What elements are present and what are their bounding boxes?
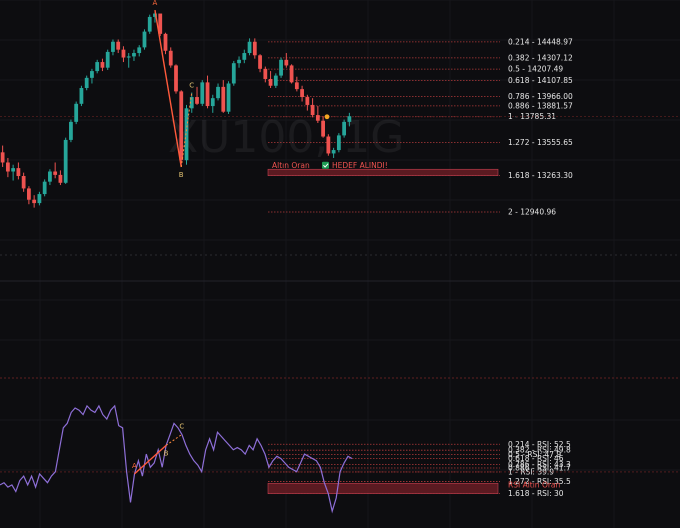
point-label: C <box>189 82 194 90</box>
candle-body <box>48 171 52 182</box>
candle-body <box>289 65 294 83</box>
rsi-point-label: A <box>132 462 137 470</box>
candle-body <box>294 82 299 90</box>
candle-body <box>95 62 100 72</box>
candle-body <box>268 78 273 86</box>
candle-body <box>132 53 136 57</box>
candle-body <box>326 136 331 154</box>
watermark: XU100, 1G <box>168 112 404 163</box>
candle-body <box>5 162 10 172</box>
candle-body <box>111 41 115 52</box>
fib-level-label: 0.618 - 14107.85 <box>508 76 573 85</box>
candle-body <box>126 56 131 58</box>
point-label: B <box>179 171 184 179</box>
candle-body <box>163 33 168 51</box>
candle-body <box>331 150 336 154</box>
candle-body <box>121 49 126 58</box>
candle-body <box>279 59 283 76</box>
point-label: A <box>152 0 157 7</box>
candle-body <box>90 71 94 78</box>
fib-level-label: 0.382 - 14307.12 <box>508 53 573 62</box>
candle-body <box>321 120 325 137</box>
candle-body <box>42 181 47 195</box>
candle-body <box>74 103 79 122</box>
candle-body <box>147 16 152 32</box>
fib-level-label: 0.886 - 13881.57 <box>508 101 573 110</box>
candle-body <box>142 31 147 48</box>
candle-body <box>247 41 252 54</box>
candle-body <box>168 50 173 66</box>
chart-background <box>0 0 680 528</box>
chart: XU100, 1G 0.214 - 14448.97 0.382 - 14307.… <box>0 0 680 528</box>
candle-body <box>184 108 189 161</box>
fib-level-label: 0.5 - 14207.49 <box>508 65 563 74</box>
candle-body <box>37 194 42 204</box>
candle-body <box>210 98 215 107</box>
candle-body <box>63 139 68 183</box>
candle-body <box>21 176 26 189</box>
rsi-point-label: B <box>164 449 169 457</box>
fib-level-label: 1.618 - 13263.30 <box>508 171 573 180</box>
candle-body <box>226 83 231 112</box>
candle-body <box>336 135 341 151</box>
candle-body <box>305 97 310 105</box>
target-reached-badge: HEDEF ALINDI! <box>332 161 388 170</box>
candle-body <box>347 116 352 122</box>
candle-body <box>100 62 105 68</box>
candle-body <box>221 86 226 112</box>
candle-body <box>284 59 289 66</box>
candle-body <box>79 88 84 104</box>
candle-body <box>69 121 73 140</box>
candle-body <box>237 59 241 64</box>
candle-body <box>205 82 210 107</box>
candle-body <box>179 91 184 161</box>
target-zone-label: Altın Oran <box>272 161 310 170</box>
price-marker <box>324 114 330 120</box>
candle-body <box>58 174 63 183</box>
candle-body <box>16 168 21 177</box>
candle-body <box>116 41 121 50</box>
candle-body <box>242 53 247 60</box>
candle-body <box>252 41 257 56</box>
fib-level-label: 1.272 - 13555.65 <box>508 138 573 147</box>
rsi-point-label: C <box>179 422 184 430</box>
candle-body <box>200 82 205 104</box>
fib-level-label: 0.786 - 13966.00 <box>508 92 573 101</box>
candle-body <box>174 65 178 92</box>
candle-body <box>53 171 58 175</box>
candle-body <box>231 63 236 84</box>
candle-body <box>32 199 37 204</box>
candle-body <box>258 55 262 69</box>
candle-body <box>300 89 304 98</box>
fib-level-label: 0.214 - 14448.97 <box>508 37 573 46</box>
candle-body <box>273 75 278 86</box>
candle-body <box>216 86 220 99</box>
candle-body <box>27 188 31 200</box>
candle-body <box>263 68 268 79</box>
rsi-target-zone-rect <box>267 482 499 494</box>
candle-body <box>0 152 5 163</box>
candle-body <box>195 97 199 104</box>
check-icon <box>322 161 329 169</box>
rsi-level-label: 1 - RSI: 39.9 <box>508 467 554 476</box>
rsi-target-zone-label: RSI Altın Oran <box>508 480 561 489</box>
candle-body <box>310 104 315 116</box>
candle-body <box>84 77 89 89</box>
rsi-level-label: 1.618 - RSI: 30 <box>508 489 564 498</box>
candle-body <box>137 47 142 54</box>
candle-body <box>342 121 347 136</box>
candle-body <box>105 51 110 68</box>
candle-body <box>11 168 16 172</box>
candle-body <box>315 115 320 121</box>
fib-level-label: 2 - 12940.96 <box>508 208 556 217</box>
